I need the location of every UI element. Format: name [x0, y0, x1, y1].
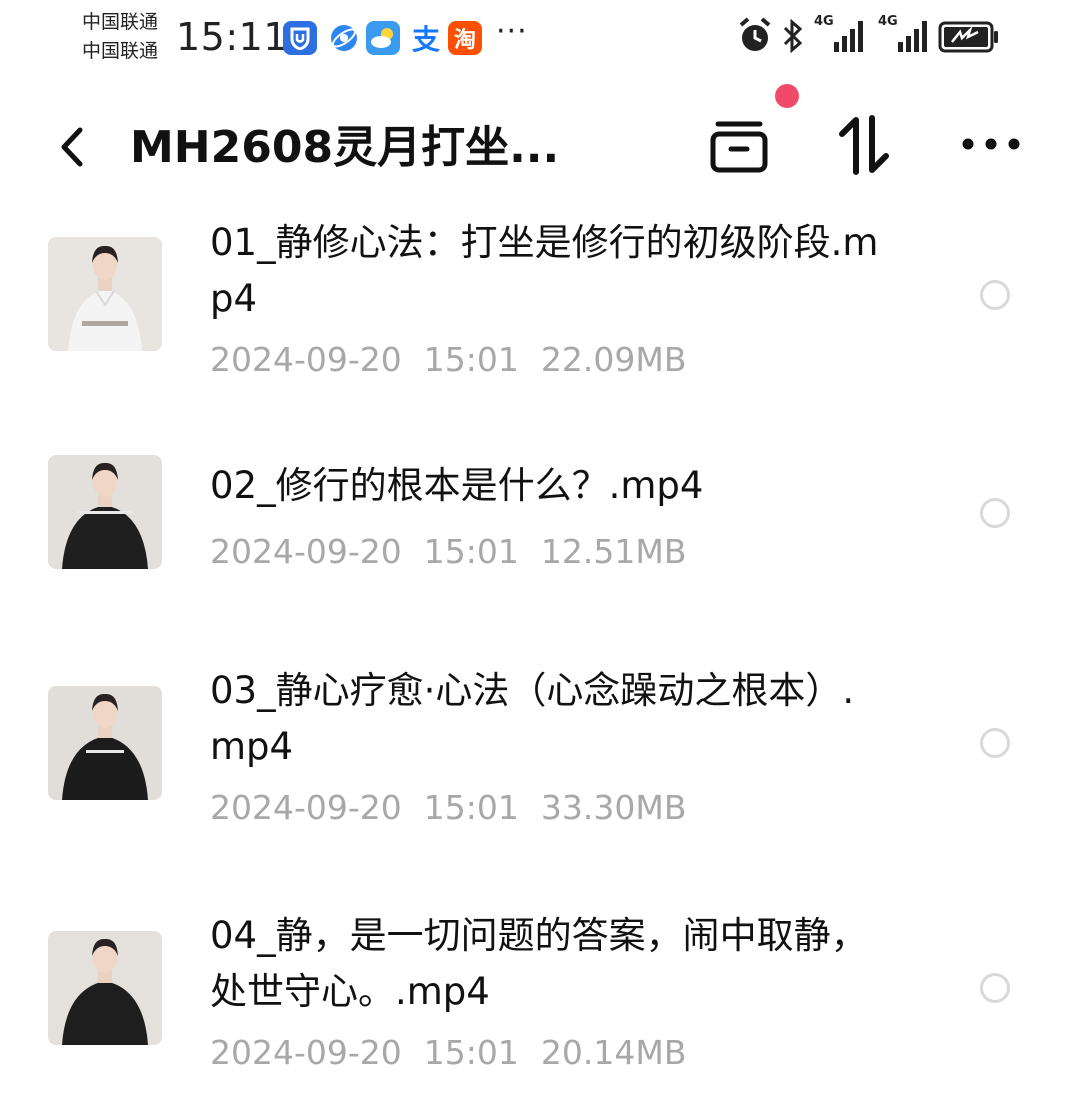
taobao-app-icon: 淘	[448, 21, 482, 55]
select-radio[interactable]	[980, 728, 1010, 758]
select-radio[interactable]	[980, 498, 1010, 528]
file-size: 12.51MB	[540, 532, 687, 571]
browser-app-icon	[327, 21, 361, 55]
back-button[interactable]	[52, 122, 92, 172]
file-date: 2024-09-20	[210, 340, 402, 379]
file-row[interactable]: 01_静修心法：打坐是修行的初级阶段.mp4 2024-09-20 15:01 22…	[0, 210, 1080, 410]
battery-charging-icon	[938, 21, 998, 53]
carrier-labels: 中国联通 中国联通	[82, 8, 158, 66]
video-thumbnail[interactable]	[48, 931, 162, 1045]
signal-1-icon: 4G	[812, 12, 868, 56]
signal-2-icon: 4G	[876, 12, 932, 56]
notification-dot	[775, 84, 799, 108]
file-time: 15:01	[423, 1033, 519, 1072]
sort-icon[interactable]	[836, 114, 892, 176]
header-bar: MH2608灵月打坐...	[0, 80, 1080, 210]
select-radio[interactable]	[980, 973, 1010, 1003]
file-name: 02_修行的根本是什么？.mp4	[210, 464, 704, 507]
file-row[interactable]: 02_修行的根本是什么？.mp4 2024-09-20 15:01 12.51MB	[0, 428, 1080, 588]
video-thumbnail[interactable]	[48, 686, 162, 800]
select-radio[interactable]	[980, 280, 1010, 310]
file-size: 33.30MB	[540, 788, 687, 827]
bluetooth-icon	[783, 18, 803, 54]
file-name: 01_静修心法：打坐是修行的初级阶段.mp4	[210, 221, 879, 320]
file-size: 22.09MB	[540, 340, 687, 379]
video-thumbnail[interactable]	[48, 237, 162, 351]
file-date: 2024-09-20	[210, 788, 402, 827]
more-notifications-indicator: ···	[496, 14, 528, 49]
file-meta: 2024-09-20 15:01 12.51MB	[210, 532, 686, 572]
more-icon[interactable]	[958, 134, 1024, 154]
weather-app-icon	[366, 21, 400, 55]
file-time: 15:01	[423, 340, 519, 379]
file-row[interactable]: 03_静心疗愈·心法（心念躁动之根本）.mp4 2024-09-20 15:01 3…	[0, 658, 1080, 858]
clock: 15:11	[176, 15, 289, 59]
file-meta: 2024-09-20 15:01 33.30MB	[210, 788, 686, 828]
file-meta: 2024-09-20 15:01 22.09MB	[210, 340, 686, 380]
shield-app-icon	[283, 21, 317, 55]
file-size: 20.14MB	[540, 1033, 687, 1072]
file-time: 15:01	[423, 788, 519, 827]
file-date: 2024-09-20	[210, 1033, 402, 1072]
status-bar: 中国联通 中国联通 15:11 支 淘 ··· 4G 4G	[0, 0, 1080, 80]
alarm-icon	[739, 17, 771, 51]
archive-icon[interactable]	[708, 118, 770, 174]
alipay-app-icon: 支	[409, 21, 443, 56]
file-date: 2024-09-20	[210, 532, 402, 571]
file-name: 04_静，是一切问题的答案，闹中取静，处世守心。.mp4	[210, 914, 868, 1013]
file-row[interactable]: 04_静，是一切问题的答案，闹中取静，处世守心。.mp4 2024-09-20 1…	[0, 903, 1080, 1103]
file-meta: 2024-09-20 15:01 20.14MB	[210, 1033, 686, 1073]
page-title: MH2608灵月打坐...	[130, 122, 560, 173]
carrier-1: 中国联通	[82, 11, 159, 33]
video-thumbnail[interactable]	[48, 455, 162, 569]
carrier-2: 中国联通	[82, 40, 159, 62]
file-time: 15:01	[423, 532, 519, 571]
file-name: 03_静心疗愈·心法（心念躁动之根本）.mp4	[210, 669, 855, 768]
